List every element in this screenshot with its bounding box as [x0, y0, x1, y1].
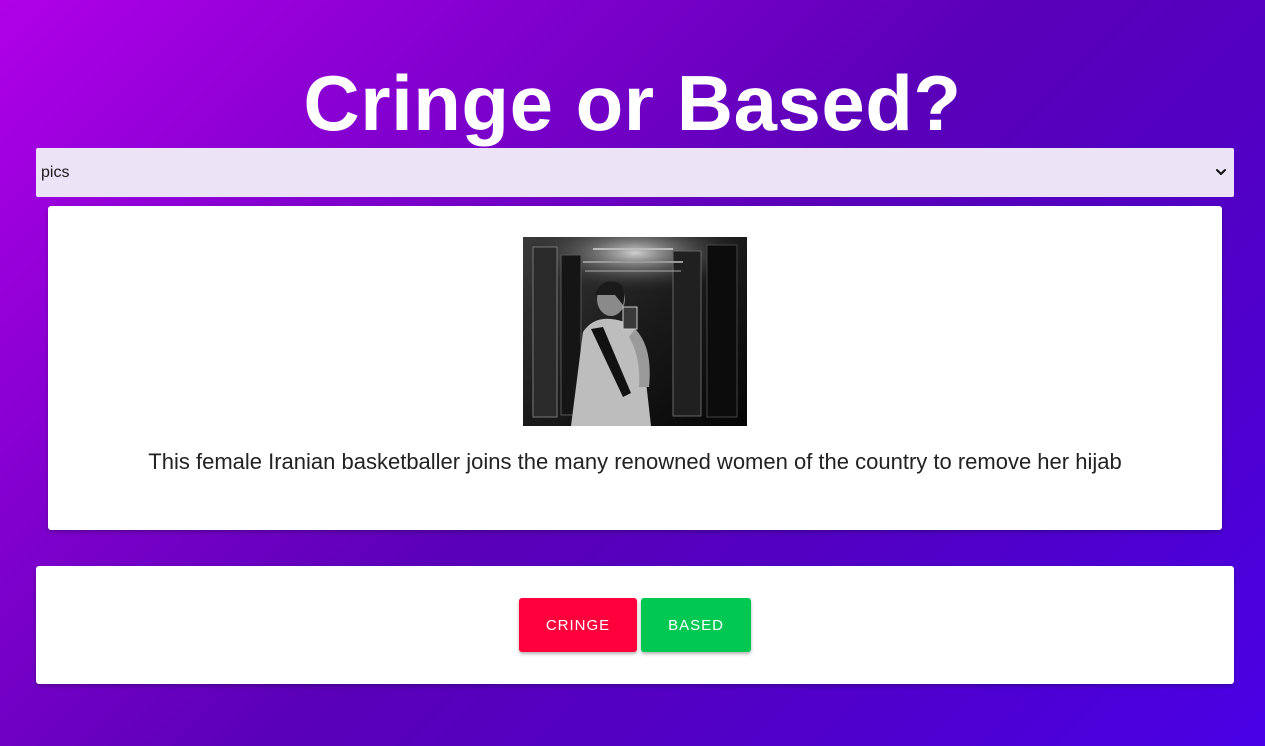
chevron-down-icon [1216, 169, 1226, 175]
category-select-value: pics [41, 164, 70, 181]
post-image [523, 237, 747, 426]
vote-panel: CRINGE BASED [36, 566, 1234, 684]
post-card: This female Iranian basketballer joins t… [48, 206, 1222, 530]
based-button[interactable]: BASED [641, 598, 751, 652]
cringe-button[interactable]: CRINGE [519, 598, 637, 652]
post-caption: This female Iranian basketballer joins t… [148, 449, 1122, 474]
category-select[interactable]: pics [36, 148, 1234, 197]
page-title: Cringe or Based? [303, 59, 962, 147]
